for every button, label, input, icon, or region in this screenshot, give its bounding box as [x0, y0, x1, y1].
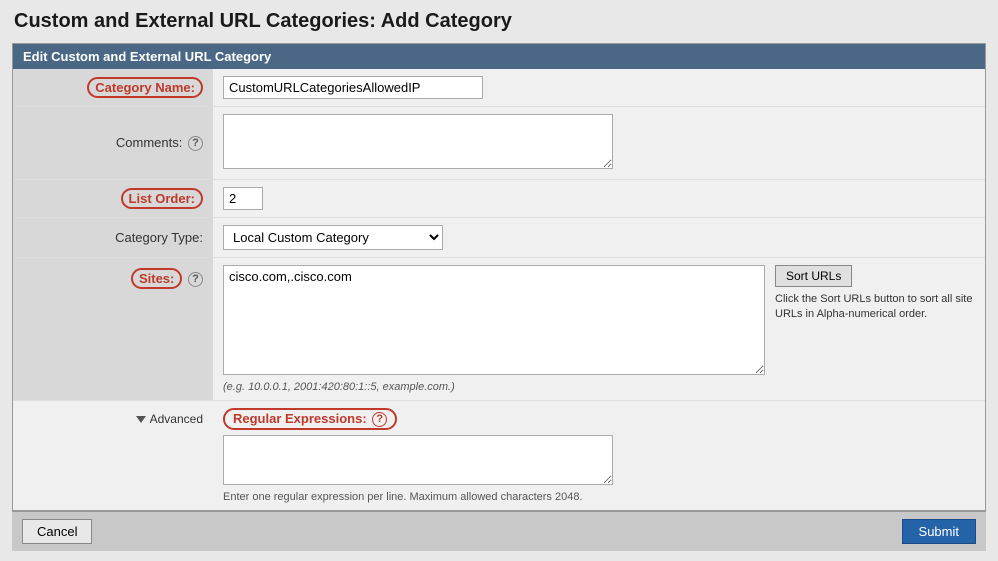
comments-label: Comments:: [116, 135, 182, 150]
comments-value-cell: [213, 107, 985, 180]
sites-hint: (e.g. 10.0.0.1, 2001:420:80:1::5, exampl…: [223, 381, 765, 393]
footer-bar: Cancel Submit: [12, 511, 986, 551]
advanced-row: Advanced Regular Expressions: ? Enter on…: [13, 401, 985, 511]
regular-expressions-textarea[interactable]: [223, 435, 613, 485]
card-header: Edit Custom and External URL Category: [13, 44, 985, 69]
category-name-row: Category Name:: [13, 69, 985, 107]
sites-label: Sites:: [131, 268, 182, 289]
category-type-label: Category Type:: [115, 230, 203, 245]
sort-urls-button[interactable]: Sort URLs: [775, 265, 852, 287]
category-type-row: Category Type: Local Custom Category Ext…: [13, 218, 985, 258]
category-type-value-cell: Local Custom Category External Live Feed…: [213, 218, 985, 258]
list-order-label: List Order:: [121, 188, 203, 209]
sites-content: (e.g. 10.0.0.1, 2001:420:80:1::5, exampl…: [223, 265, 975, 393]
list-order-input[interactable]: [223, 187, 263, 210]
sites-right-panel: Sort URLs Click the Sort URLs button to …: [775, 265, 975, 323]
sites-help-icon[interactable]: ?: [188, 272, 203, 287]
sites-left-panel: (e.g. 10.0.0.1, 2001:420:80:1::5, exampl…: [223, 265, 765, 393]
comments-row: Comments: ?: [13, 107, 985, 180]
list-order-value-cell: [213, 180, 985, 218]
category-name-value-cell: [213, 69, 985, 107]
advanced-value-cell: Regular Expressions: ? Enter one regular…: [213, 401, 985, 511]
advanced-toggle[interactable]: Advanced: [136, 412, 203, 426]
sites-label-cell: Sites: ?: [13, 258, 213, 401]
sites-value-cell: (e.g. 10.0.0.1, 2001:420:80:1::5, exampl…: [213, 258, 985, 401]
comments-textarea[interactable]: [223, 114, 613, 169]
triangle-down-icon: [136, 416, 146, 423]
edit-card: Edit Custom and External URL Category Ca…: [12, 43, 986, 511]
regular-expressions-label: Regular Expressions: ?: [223, 408, 397, 430]
comments-help-icon[interactable]: ?: [188, 136, 203, 151]
cancel-button[interactable]: Cancel: [22, 519, 92, 544]
comments-label-cell: Comments: ?: [13, 107, 213, 180]
advanced-content: Regular Expressions: ? Enter one regular…: [223, 408, 975, 503]
category-name-input[interactable]: [223, 76, 483, 99]
page-title: Custom and External URL Categories: Add …: [12, 10, 986, 33]
sites-row: Sites: ? (e.g. 10.0.0.1, 2001:420:80:1::…: [13, 258, 985, 401]
advanced-label-cell: Advanced: [13, 401, 213, 511]
sort-help-text: Click the Sort URLs button to sort all s…: [775, 292, 975, 323]
submit-button[interactable]: Submit: [902, 519, 976, 544]
category-type-label-cell: Category Type:: [13, 218, 213, 258]
form-table: Category Name: Comments: ? List: [13, 69, 985, 510]
category-name-label-cell: Category Name:: [13, 69, 213, 107]
category-type-select[interactable]: Local Custom Category External Live Feed…: [223, 225, 443, 250]
reg-expr-help-icon[interactable]: ?: [372, 412, 387, 427]
regular-expressions-hint: Enter one regular expression per line. M…: [223, 491, 975, 503]
category-name-label: Category Name:: [87, 77, 203, 98]
reg-expr-label-container: Regular Expressions: ?: [223, 408, 975, 430]
list-order-row: List Order:: [13, 180, 985, 218]
sites-textarea[interactable]: [223, 265, 765, 375]
list-order-label-cell: List Order:: [13, 180, 213, 218]
